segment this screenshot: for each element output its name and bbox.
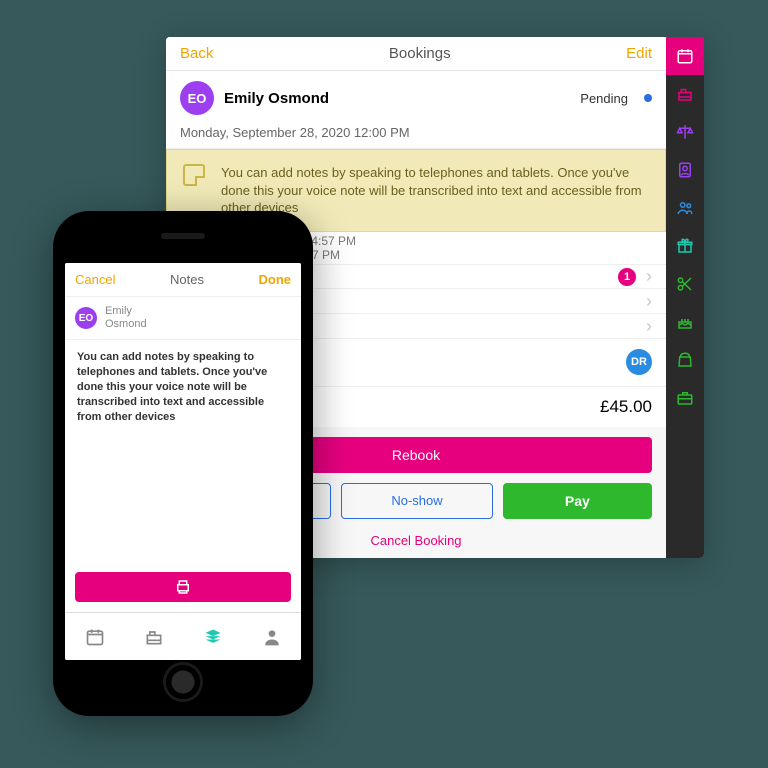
sidebar-balance[interactable]	[666, 113, 704, 151]
phone-device: Cancel Notes Done EO Emily Osmond You ca…	[53, 211, 313, 716]
pay-button[interactable]: Pay	[503, 483, 652, 519]
print-icon	[174, 578, 192, 596]
phone-header: Cancel Notes Done	[65, 263, 301, 297]
scales-icon	[676, 123, 694, 141]
calendar-icon	[676, 47, 694, 65]
tab-calendar-icon[interactable]	[85, 627, 105, 647]
print-button[interactable]	[75, 572, 291, 602]
sidebar-till[interactable]	[666, 75, 704, 113]
gift-icon	[676, 237, 694, 255]
sidebar-bag[interactable]	[666, 341, 704, 379]
status-label: Pending	[580, 91, 628, 106]
staff-badge: DR	[626, 349, 652, 375]
phone-title: Notes	[170, 272, 204, 287]
note-text-area[interactable]: You can add notes by speaking to telepho…	[65, 340, 301, 572]
sidebar-calendar[interactable]	[666, 37, 704, 75]
bag-icon	[676, 351, 694, 369]
chevron-right-icon: ›	[646, 291, 652, 312]
tab-stack-icon[interactable]	[203, 627, 223, 647]
page-title: Bookings	[389, 45, 451, 62]
briefcase-icon	[676, 389, 694, 407]
chevron-right-icon: ›	[646, 266, 652, 287]
sidebar-scissors[interactable]	[666, 265, 704, 303]
sidebar-cake[interactable]	[666, 303, 704, 341]
booking-date: Monday, September 28, 2020 12:00 PM	[166, 121, 666, 149]
phone-tabbar	[65, 612, 301, 660]
cake-icon	[676, 313, 694, 331]
tablet-header: Back Bookings Edit	[166, 37, 666, 71]
status-dot-icon	[644, 94, 652, 102]
phone-screen: Cancel Notes Done EO Emily Osmond You ca…	[65, 263, 301, 660]
register-icon	[676, 85, 694, 103]
client-name: Emily Osmond	[105, 305, 147, 331]
tab-user-icon[interactable]	[262, 627, 282, 647]
sidebar-briefcase[interactable]	[666, 379, 704, 417]
client-row[interactable]: EO Emily Osmond Pending	[166, 71, 666, 121]
done-button[interactable]: Done	[259, 272, 292, 287]
sidebar-contacts[interactable]	[666, 151, 704, 189]
phone-client-row[interactable]: EO Emily Osmond	[65, 297, 301, 340]
avatar: EO	[180, 81, 214, 115]
avatar: EO	[75, 307, 97, 329]
note-text: You can add notes by speaking to telepho…	[221, 165, 642, 215]
tab-till-icon[interactable]	[144, 627, 164, 647]
scissors-icon	[676, 275, 694, 293]
noshow-button[interactable]: No-show	[341, 483, 492, 519]
sidebar-gift[interactable]	[666, 227, 704, 265]
sidebar-people[interactable]	[666, 189, 704, 227]
note-icon	[183, 164, 205, 186]
sidebar	[666, 37, 704, 558]
back-button[interactable]: Back	[180, 45, 213, 62]
chevron-right-icon: ›	[646, 316, 652, 337]
count-badge: 1	[618, 268, 636, 286]
cancel-button[interactable]: Cancel	[75, 272, 115, 287]
people-icon	[676, 199, 694, 217]
edit-button[interactable]: Edit	[626, 45, 652, 62]
contact-icon	[676, 161, 694, 179]
client-name: Emily Osmond	[224, 90, 570, 107]
